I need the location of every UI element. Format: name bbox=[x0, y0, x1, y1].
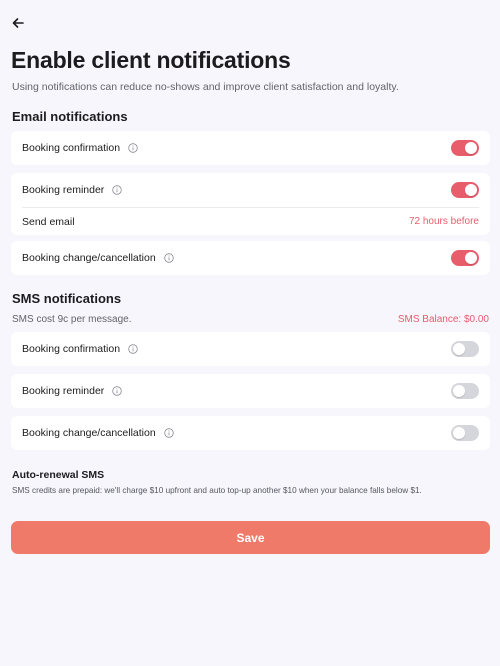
toggle-knob bbox=[453, 343, 465, 355]
toggle-knob bbox=[465, 252, 477, 264]
save-button[interactable]: Save bbox=[11, 521, 490, 554]
email-reminder-card: Booking reminder Send email 72 hours bef… bbox=[11, 173, 490, 235]
email-change-label: Booking change/cancellation bbox=[22, 252, 156, 264]
send-email-row[interactable]: Send email 72 hours before bbox=[11, 208, 490, 235]
email-reminder-toggle[interactable] bbox=[451, 182, 479, 198]
send-email-label: Send email bbox=[22, 215, 75, 228]
sms-confirmation-card: Booking confirmation bbox=[11, 332, 490, 366]
sms-reminder-card: Booking reminder bbox=[11, 374, 490, 408]
info-icon[interactable] bbox=[112, 185, 122, 195]
send-email-timing[interactable]: 72 hours before bbox=[409, 216, 479, 227]
page-title: Enable client notifications bbox=[11, 47, 291, 73]
toggle-knob bbox=[453, 385, 465, 397]
sms-reminder-toggle[interactable] bbox=[451, 383, 479, 399]
sms-confirmation-toggle[interactable] bbox=[451, 341, 479, 357]
email-reminder-row: Booking reminder bbox=[11, 173, 490, 207]
email-confirmation-card: Booking confirmation bbox=[11, 131, 490, 165]
info-icon[interactable] bbox=[163, 428, 174, 438]
sms-cost-text: SMS cost 9c per message. bbox=[12, 314, 132, 325]
auto-renewal-title: Auto-renewal SMS bbox=[12, 469, 105, 481]
back-arrow-icon[interactable] bbox=[9, 14, 27, 32]
email-confirmation-label: Booking confirmation bbox=[22, 142, 121, 154]
email-reminder-label: Booking reminder bbox=[22, 184, 105, 196]
sms-change-row: Booking change/cancellation bbox=[11, 416, 490, 450]
info-icon[interactable] bbox=[128, 344, 138, 354]
email-confirmation-toggle[interactable] bbox=[451, 140, 479, 156]
email-confirmation-row: Booking confirmation bbox=[11, 131, 490, 165]
sms-balance[interactable]: SMS Balance: $0.00 bbox=[398, 314, 489, 325]
sms-reminder-label: Booking reminder bbox=[22, 385, 105, 397]
info-icon[interactable] bbox=[163, 253, 174, 263]
toggle-knob bbox=[465, 184, 477, 196]
sms-change-toggle[interactable] bbox=[451, 425, 479, 441]
info-icon[interactable] bbox=[128, 143, 138, 153]
page-subtitle: Using notifications can reduce no-shows … bbox=[12, 81, 399, 93]
email-change-row: Booking change/cancellation bbox=[11, 241, 490, 275]
sms-change-label: Booking change/cancellation bbox=[22, 427, 156, 439]
email-change-toggle[interactable] bbox=[451, 250, 479, 266]
sms-confirmation-row: Booking confirmation bbox=[11, 332, 490, 366]
sms-reminder-row: Booking reminder bbox=[11, 374, 490, 408]
info-icon[interactable] bbox=[112, 386, 122, 396]
sms-section-title: SMS notifications bbox=[12, 291, 122, 306]
toggle-knob bbox=[465, 142, 477, 154]
auto-renewal-description: SMS credits are prepaid: we'll charge $1… bbox=[12, 486, 422, 495]
sms-change-card: Booking change/cancellation bbox=[11, 416, 490, 450]
email-change-card: Booking change/cancellation bbox=[11, 241, 490, 275]
toggle-knob bbox=[453, 427, 465, 439]
sms-confirmation-label: Booking confirmation bbox=[22, 343, 121, 355]
email-section-title: Email notifications bbox=[12, 109, 128, 124]
